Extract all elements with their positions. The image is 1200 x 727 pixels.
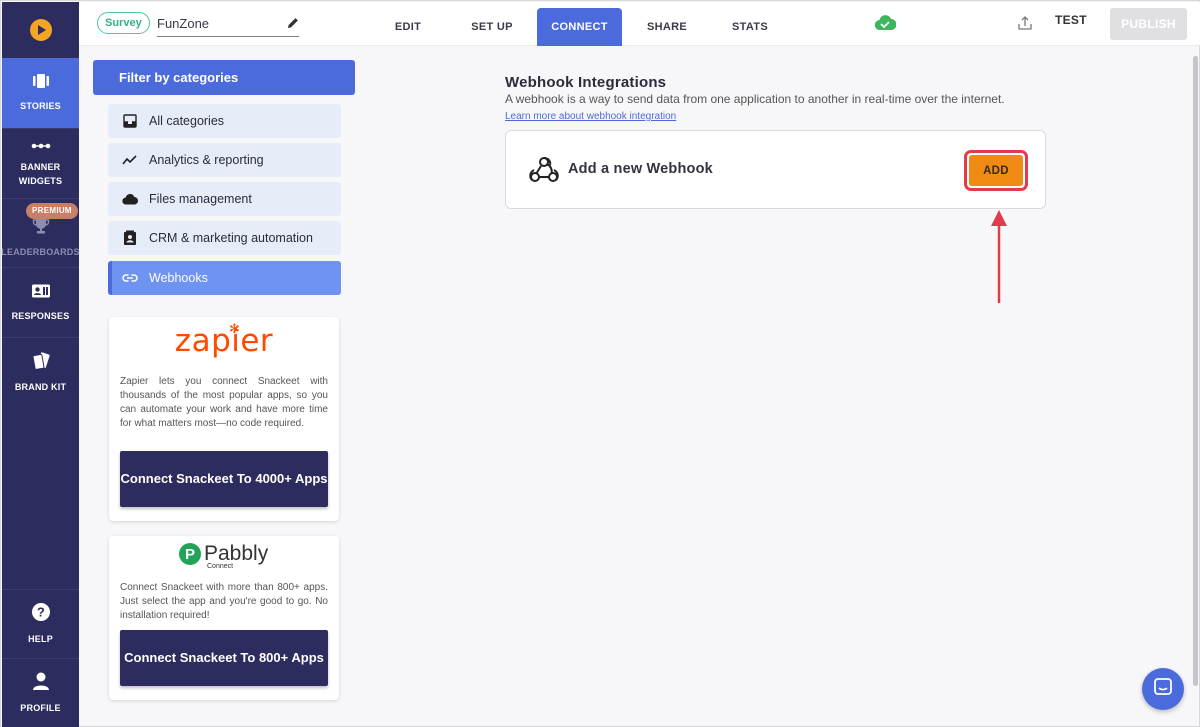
tab-set-up[interactable]: SET UP bbox=[469, 8, 515, 46]
sidebar-item-label: HELP bbox=[28, 634, 53, 644]
sidebar-item-label: LEADERBOARDS bbox=[1, 247, 80, 257]
annotation-arrow bbox=[989, 209, 1009, 310]
category-webhooks[interactable]: Webhooks bbox=[108, 261, 341, 295]
sidebar-item-stories[interactable]: STORIES bbox=[2, 58, 79, 129]
category-label: Files management bbox=[149, 192, 252, 206]
webhook-title: Webhook Integrations bbox=[505, 74, 667, 91]
category-files[interactable]: Files management bbox=[108, 182, 341, 216]
app-logo[interactable] bbox=[2, 2, 79, 58]
chat-button[interactable] bbox=[1142, 668, 1184, 710]
pabbly-logo-subtext: Connect bbox=[207, 563, 234, 570]
sidebar-item-help[interactable]: ? HELP bbox=[2, 589, 79, 659]
help-icon: ? bbox=[31, 602, 51, 626]
zapier-description: Zapier lets you connect Snackeet with th… bbox=[120, 376, 328, 429]
logo-icon bbox=[29, 19, 52, 41]
add-webhook-label: Add a new Webhook bbox=[568, 161, 713, 177]
sidebar-item-label: STORIES bbox=[20, 101, 61, 111]
sidebar-item-brand-kit[interactable]: BRAND KIT bbox=[2, 338, 79, 408]
story-name-field[interactable]: FunZone bbox=[157, 11, 299, 37]
filter-heading: Filter by categories bbox=[93, 60, 355, 95]
sidebar-item-label: PROFILE bbox=[20, 703, 61, 713]
connect-pabbly-button[interactable]: Connect Snackeet To 800+ Apps bbox=[120, 630, 328, 686]
link-icon bbox=[122, 273, 138, 283]
sidebar-item-banner-widgets[interactable]: BANNER WIDGETS bbox=[2, 129, 79, 199]
sidebar-item-label: RESPONSES bbox=[11, 310, 70, 321]
stories-icon bbox=[32, 73, 50, 93]
add-webhook-card: Add a new Webhook ADD bbox=[505, 130, 1046, 209]
category-label: All categories bbox=[149, 114, 225, 128]
sidebar-item-responses[interactable]: RESPONSES bbox=[2, 268, 79, 338]
zapier-card: ✻ zapier Zapier lets you connect Snackee… bbox=[109, 317, 339, 521]
test-button[interactable]: TEST bbox=[1055, 13, 1087, 27]
story-type-badge: Survey bbox=[97, 12, 150, 34]
chat-icon bbox=[1153, 677, 1173, 702]
trophy-icon bbox=[32, 217, 50, 239]
pencil-icon[interactable] bbox=[287, 16, 299, 34]
webhook-description: A webhook is a way to send data from one… bbox=[505, 92, 1005, 106]
category-label: Webhooks bbox=[149, 271, 208, 285]
learn-more-link[interactable]: Learn more about webhook integration bbox=[505, 111, 676, 122]
cloud-saved-icon bbox=[874, 15, 897, 36]
svg-text:?: ? bbox=[36, 605, 44, 620]
premium-badge: PREMIUM bbox=[26, 203, 78, 219]
responses-icon bbox=[31, 283, 51, 303]
trend-icon bbox=[122, 154, 138, 166]
sidebar-item-profile[interactable]: PROFILE bbox=[2, 659, 79, 727]
sidebar-item-label: BRAND KIT bbox=[14, 382, 67, 392]
pabbly-logo-icon: P bbox=[179, 543, 201, 565]
category-all[interactable]: All categories bbox=[108, 104, 341, 138]
export-icon[interactable] bbox=[1017, 15, 1033, 36]
tab-connect[interactable]: CONNECT bbox=[537, 8, 622, 46]
sidebar: STORIES BANNER WIDGETS PREMIUM LEADERBOA… bbox=[1, 2, 80, 727]
profile-icon bbox=[32, 671, 50, 695]
tab-share[interactable]: SHARE bbox=[644, 8, 690, 46]
contact-icon bbox=[122, 230, 138, 246]
sidebar-item-leaderboards[interactable]: PREMIUM LEADERBOARDS bbox=[1, 199, 80, 268]
sidebar-item-label: BANNER WIDGETS bbox=[18, 161, 63, 186]
webhook-icon bbox=[528, 154, 560, 191]
banner-widgets-icon bbox=[31, 140, 51, 154]
top-bar: Survey FunZone EDIT SET UP CONNECT SHARE… bbox=[79, 2, 1200, 46]
scrollbar[interactable] bbox=[1193, 56, 1198, 686]
category-analytics[interactable]: Analytics & reporting bbox=[108, 143, 341, 177]
zapier-logo: zapier bbox=[174, 323, 274, 359]
brand-kit-icon bbox=[31, 352, 51, 374]
pabbly-card: P Pabbly Connect Connect Snackeet with m… bbox=[109, 536, 339, 700]
app-window: STORIES BANNER WIDGETS PREMIUM LEADERBOA… bbox=[0, 0, 1200, 727]
connect-zapier-button[interactable]: Connect Snackeet To 4000+ Apps bbox=[120, 451, 328, 507]
cloud-icon bbox=[122, 193, 138, 205]
category-label: CRM & marketing automation bbox=[149, 231, 313, 245]
tab-edit[interactable]: EDIT bbox=[385, 8, 431, 46]
category-crm[interactable]: CRM & marketing automation bbox=[108, 221, 341, 255]
publish-button[interactable]: PUBLISH bbox=[1110, 8, 1187, 40]
inbox-icon bbox=[122, 114, 138, 128]
pabbly-description: Connect Snackeet with more than 800+ app… bbox=[120, 582, 328, 621]
category-label: Analytics & reporting bbox=[149, 153, 264, 167]
add-webhook-button[interactable]: ADD bbox=[969, 155, 1023, 186]
tab-stats[interactable]: STATS bbox=[727, 8, 773, 46]
